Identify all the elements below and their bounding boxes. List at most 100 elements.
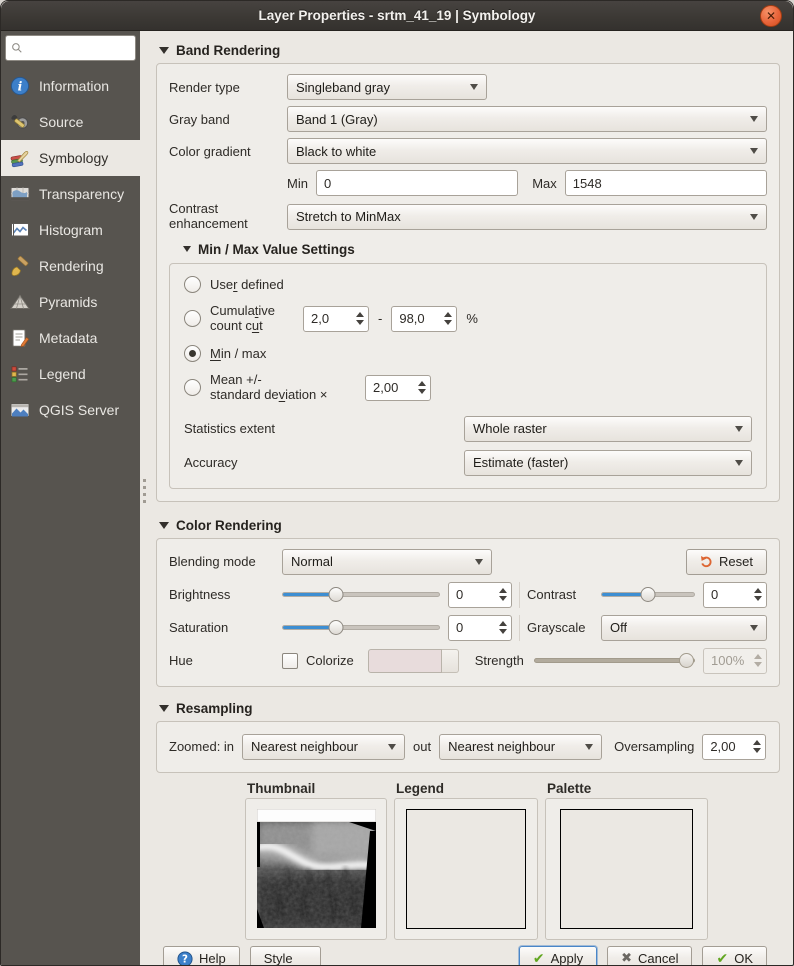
zoomed-in-select[interactable]: Nearest neighbour [242, 734, 405, 760]
min-max-radio[interactable] [184, 345, 201, 362]
colorize-color-button[interactable] [368, 649, 459, 673]
colorize-checkbox[interactable] [282, 653, 298, 669]
sidebar-item-label: Transparency [39, 186, 124, 202]
sidebar-item-rendering[interactable]: Rendering [1, 248, 140, 284]
sidebar-item-label: Symbology [39, 150, 108, 166]
color-gradient-select[interactable]: Black to white [287, 138, 767, 164]
user-defined-radio[interactable] [184, 276, 201, 293]
brightness-label: Brightness [169, 587, 282, 602]
mean-std-label: Mean +/- standard deviation × [210, 373, 356, 403]
saturation-slider[interactable] [282, 615, 440, 641]
zoomed-out-label: out [413, 739, 431, 754]
zoomed-in-label: Zoomed: in [169, 739, 234, 754]
reset-button[interactable]: Reset [686, 549, 767, 575]
sidebar-item-symbology[interactable]: Symbology [1, 140, 140, 176]
sidebar-item-histogram[interactable]: Histogram [1, 212, 140, 248]
legend-preview: Legend [394, 781, 538, 940]
contrast-spinbox[interactable]: 0 [703, 582, 767, 608]
titlebar[interactable]: Layer Properties - srtm_41_19 | Symbolog… [1, 1, 793, 31]
sidebar-item-pyramids[interactable]: Pyramids [1, 284, 140, 320]
zoomed-out-select[interactable]: Nearest neighbour [439, 734, 602, 760]
grayscale-label: Grayscale [527, 620, 601, 635]
sidebar-item-label: Legend [39, 366, 86, 382]
spinner-arrows-icon[interactable] [439, 307, 456, 331]
accuracy-select[interactable]: Estimate (faster) [464, 450, 752, 476]
oversampling-spinbox[interactable]: 2,00 [702, 734, 766, 760]
min-max-settings-header[interactable]: Min / Max Value Settings [183, 242, 767, 257]
collapse-triangle-icon [159, 522, 169, 529]
gray-band-select[interactable]: Band 1 (Gray) [287, 106, 767, 132]
color-rendering-header[interactable]: Color Rendering [159, 518, 780, 533]
min-input[interactable]: 0 [316, 170, 518, 196]
apply-button[interactable]: ✔ Apply [519, 946, 597, 966]
sidebar-item-transparency[interactable]: Transparency [1, 176, 140, 212]
sidebar-item-metadata[interactable]: Metadata [1, 320, 140, 356]
band-rendering-header[interactable]: Band Rendering [159, 43, 780, 58]
chevron-down-icon [750, 214, 758, 220]
metadata-icon [10, 328, 30, 348]
spinner-arrows-icon[interactable] [494, 583, 511, 607]
std-multiplier-spinbox[interactable]: 2,00 [365, 375, 431, 401]
spinner-arrows-icon[interactable] [748, 735, 765, 759]
contrast-label: Contrast [527, 587, 601, 602]
search-input[interactable] [27, 41, 130, 55]
spinner-arrows-icon[interactable] [413, 376, 430, 400]
close-icon[interactable]: ✕ [760, 5, 782, 27]
section-title: Color Rendering [176, 518, 282, 533]
strength-spinbox: 100% [703, 648, 767, 674]
statistics-extent-select[interactable]: Whole raster [464, 416, 752, 442]
chevron-down-icon [470, 84, 478, 90]
cumulative-count-cut-radio[interactable] [184, 310, 201, 327]
saturation-label: Saturation [169, 620, 282, 635]
chevron-down-icon [585, 744, 593, 750]
thumbnail-box [245, 798, 387, 940]
symbology-icon [10, 148, 30, 168]
color-swatch[interactable] [368, 649, 442, 673]
colorize-label: Colorize [306, 653, 354, 668]
sidebar-item-label: Metadata [39, 330, 97, 346]
sidebar-search[interactable] [5, 35, 136, 61]
thumbnail-label: Thumbnail [247, 781, 387, 796]
contrast-slider[interactable] [601, 582, 695, 608]
raster-thumbnail-image [257, 809, 376, 928]
max-label: Max [532, 176, 557, 191]
help-icon: ? [177, 951, 193, 966]
spinner-arrows-icon[interactable] [494, 616, 511, 640]
spinner-arrows-icon[interactable] [351, 307, 368, 331]
reset-undo-icon [700, 555, 713, 568]
hue-label: Hue [169, 653, 282, 668]
section-title: Resampling [176, 701, 253, 716]
blending-mode-label: Blending mode [169, 554, 282, 569]
min-max-label: Min / max [210, 346, 266, 361]
sidebar-splitter[interactable] [140, 31, 149, 965]
sidebar-item-information[interactable]: i Information [1, 68, 140, 104]
cancel-button[interactable]: ✖ Cancel [607, 946, 692, 966]
resampling-group: Zoomed: in Nearest neighbour out Nearest… [156, 721, 780, 773]
min-label: Min [287, 176, 308, 191]
ok-button[interactable]: ✔ OK [702, 946, 767, 966]
cumulative-max-spinbox[interactable]: 98,0 [391, 306, 457, 332]
sidebar-item-legend[interactable]: Legend [1, 356, 140, 392]
contrast-enhancement-select[interactable]: Stretch to MinMax [287, 204, 767, 230]
help-button[interactable]: ? Help [163, 946, 240, 966]
brightness-slider[interactable] [282, 582, 440, 608]
max-input[interactable]: 1548 [565, 170, 767, 196]
brightness-spinbox[interactable]: 0 [448, 582, 512, 608]
spinner-arrows-icon[interactable] [749, 583, 766, 607]
band-rendering-group: Render type Singleband gray Gray band Ba… [156, 63, 780, 502]
mean-std-radio[interactable] [184, 379, 201, 396]
accuracy-label: Accuracy [184, 455, 456, 470]
resampling-header[interactable]: Resampling [159, 701, 780, 716]
sidebar-item-qgis-server[interactable]: QGIS Server [1, 392, 140, 428]
grayscale-select[interactable]: Off [601, 615, 767, 641]
search-icon [11, 41, 23, 55]
cumulative-min-spinbox[interactable]: 2,0 [303, 306, 369, 332]
sidebar-item-source[interactable]: Source [1, 104, 140, 140]
blending-mode-select[interactable]: Normal [282, 549, 492, 575]
saturation-spinbox[interactable]: 0 [448, 615, 512, 641]
range-separator: - [378, 311, 382, 326]
style-button[interactable]: Style [250, 946, 321, 966]
render-type-select[interactable]: Singleband gray [287, 74, 487, 100]
strength-slider [534, 648, 695, 674]
swatch-dropdown-button[interactable] [442, 649, 459, 673]
